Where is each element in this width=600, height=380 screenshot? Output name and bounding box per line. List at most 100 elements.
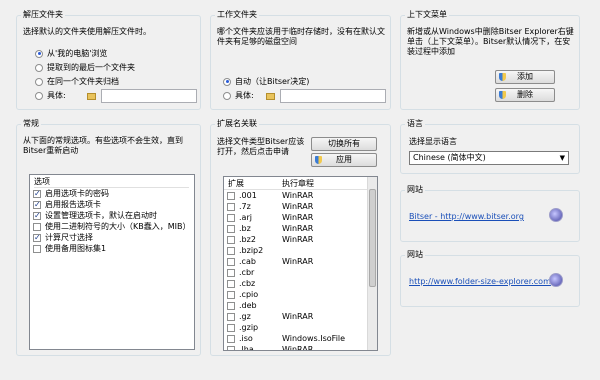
work-specific-path-input[interactable] bbox=[280, 89, 386, 103]
globe-icon[interactable] bbox=[549, 208, 563, 222]
checkbox[interactable] bbox=[33, 222, 41, 231]
table-row[interactable]: .bz2 WinRAR bbox=[227, 234, 367, 245]
list-item[interactable]: 使用备用图标集1 bbox=[33, 243, 106, 254]
program-cell: WinRAR bbox=[282, 345, 314, 351]
folder-size-website-link[interactable]: http://www.folder-size-explorer.com bbox=[409, 277, 551, 287]
extension-list-scrollbar[interactable] bbox=[367, 177, 377, 350]
radio-auto-bitser-decide[interactable]: 自动（让Bitser决定) bbox=[223, 77, 309, 87]
website-title: 网站 bbox=[405, 185, 425, 195]
toggle-all-button[interactable]: 切换所有 bbox=[311, 137, 377, 151]
radio-indicator bbox=[223, 91, 231, 100]
general-options-list: 选项 ✓ 启用选项卡的密码 ✓ 启用报告选项卡 ✓ 设置管理选项卡，默认在启动时 使用… bbox=[29, 174, 195, 350]
extension-cell: .bz bbox=[239, 224, 251, 233]
table-row[interactable]: .lha WinRAR bbox=[227, 344, 367, 351]
program-cell: WinRAR bbox=[282, 235, 314, 244]
table-row[interactable]: .arj WinRAR bbox=[227, 212, 367, 223]
table-row[interactable]: .cpio bbox=[227, 289, 367, 300]
extension-association-description: 选择文件类型Bitser应该打开，然后点击申请 bbox=[217, 137, 305, 156]
list-item[interactable]: ✓ 启用报告选项卡 bbox=[33, 199, 101, 210]
language-selected-value: Chinese (简体中文) bbox=[413, 153, 486, 162]
apply-label: 应用 bbox=[336, 155, 352, 164]
program-cell: WinRAR bbox=[282, 202, 314, 211]
column-header-program: 执行章程 bbox=[282, 179, 314, 188]
radio-label: 具体: bbox=[235, 91, 254, 100]
checkbox[interactable] bbox=[227, 279, 235, 288]
radio-same-folder-as-archive[interactable]: 在同一个文件夹归档 bbox=[35, 77, 119, 87]
checkbox[interactable] bbox=[227, 323, 235, 332]
extension-association-group: 扩展名关联 选择文件类型Bitser应该打开，然后点击申请 切换所有 应用 扩展… bbox=[210, 119, 391, 356]
list-item[interactable]: 使用二进制符号的大小（KB蠢入，MIB） bbox=[33, 221, 190, 232]
column-header-extension: 扩展 bbox=[228, 179, 244, 188]
radio-indicator bbox=[223, 77, 231, 86]
checkbox[interactable]: ✓ bbox=[33, 200, 41, 209]
radio-specific-folder[interactable]: 具体: bbox=[35, 91, 66, 101]
radio-indicator bbox=[35, 63, 43, 72]
list-item[interactable]: ✓ 计算尺寸选择 bbox=[33, 232, 93, 243]
checkbox[interactable] bbox=[227, 235, 235, 244]
remove-context-menu-button[interactable]: 删除 bbox=[495, 88, 555, 102]
shield-icon bbox=[499, 73, 506, 81]
globe-icon[interactable] bbox=[549, 273, 563, 287]
option-label: 使用二进制符号的大小（KB蠢入，MIB） bbox=[45, 222, 191, 231]
extension-list[interactable]: 扩展 执行章程 .001 WinRAR .7z WinRAR .arj WinRAR .bz… bbox=[223, 176, 378, 351]
table-row[interactable]: .bz WinRAR bbox=[227, 223, 367, 234]
scrollbar-thumb[interactable] bbox=[369, 189, 376, 287]
extension-list-header: 扩展 执行章程 bbox=[224, 178, 369, 190]
extension-cell: .cab bbox=[239, 257, 256, 266]
checkbox[interactable] bbox=[227, 257, 235, 266]
language-group: 语言 选择显示语言 Chinese (简体中文) ▼ bbox=[400, 119, 580, 174]
checkbox[interactable] bbox=[33, 244, 41, 253]
extension-cell: .bzip2 bbox=[239, 246, 264, 255]
table-row[interactable]: .cab WinRAR bbox=[227, 256, 367, 267]
bitser-website-link[interactable]: Bitser - http://www.bitser.org bbox=[409, 212, 524, 222]
table-row[interactable]: .001 WinRAR bbox=[227, 190, 367, 201]
radio-browse-my-computer[interactable]: 从'我的电脑'浏览 bbox=[35, 49, 107, 59]
table-row[interactable]: .gzip bbox=[227, 322, 367, 333]
unzip-specific-path-input[interactable] bbox=[101, 89, 197, 103]
extension-cell: .gz bbox=[239, 312, 251, 321]
checkbox[interactable] bbox=[227, 246, 235, 255]
checkbox[interactable] bbox=[227, 301, 235, 310]
table-row[interactable]: .bzip2 bbox=[227, 245, 367, 256]
checkbox[interactable] bbox=[227, 312, 235, 321]
program-cell: Windows.IsoFile bbox=[282, 334, 346, 343]
toggle-all-label: 切换所有 bbox=[328, 139, 360, 148]
radio-indicator bbox=[35, 49, 43, 58]
checkbox[interactable]: ✓ bbox=[33, 189, 41, 198]
context-menu-group: 上下文菜单 新增或从Windows中删除Bitser Explorer右键单击（… bbox=[400, 10, 580, 110]
radio-last-extract-folder[interactable]: 提取到的最后一个文件夹 bbox=[35, 63, 135, 73]
checkbox[interactable] bbox=[227, 191, 235, 200]
extension-cell: .cpio bbox=[239, 290, 259, 299]
checkbox[interactable] bbox=[227, 334, 235, 343]
website-title: 网站 bbox=[405, 250, 425, 260]
list-item[interactable]: ✓ 设置管理选项卡，默认在启动时 bbox=[33, 210, 157, 221]
extension-cell: .7z bbox=[239, 202, 251, 211]
table-row[interactable]: .7z WinRAR bbox=[227, 201, 367, 212]
table-row[interactable]: .iso Windows.IsoFile bbox=[227, 333, 367, 344]
checkbox[interactable] bbox=[227, 345, 235, 350]
checkbox[interactable] bbox=[227, 202, 235, 211]
program-cell: WinRAR bbox=[282, 191, 314, 200]
radio-label: 在同一个文件夹归档 bbox=[47, 77, 119, 86]
checkbox[interactable]: ✓ bbox=[33, 233, 41, 242]
language-select[interactable]: Chinese (简体中文) ▼ bbox=[409, 151, 569, 165]
options-header-label: 选项 bbox=[34, 177, 50, 186]
checkbox[interactable] bbox=[227, 290, 235, 299]
table-row[interactable]: .cbz bbox=[227, 278, 367, 289]
apply-button[interactable]: 应用 bbox=[311, 153, 377, 167]
option-label: 设置管理选项卡，默认在启动时 bbox=[45, 211, 157, 220]
work-folder-title: 工作文件夹 bbox=[215, 10, 259, 20]
add-context-menu-button[interactable]: 添加 bbox=[495, 70, 555, 84]
table-row[interactable]: .gz WinRAR bbox=[227, 311, 367, 322]
checkbox[interactable] bbox=[227, 213, 235, 222]
table-row[interactable]: .deb bbox=[227, 300, 367, 311]
checkbox[interactable]: ✓ bbox=[33, 211, 41, 220]
checkbox[interactable] bbox=[227, 268, 235, 277]
list-item[interactable]: ✓ 启用选项卡的密码 bbox=[33, 188, 109, 199]
folder-icon[interactable] bbox=[87, 93, 96, 100]
table-row[interactable]: .cbr bbox=[227, 267, 367, 278]
folder-icon[interactable] bbox=[266, 93, 275, 100]
general-group: 常规 从下面的常规选项。有些选项不会生效，直到Bitser重新启动 选项 ✓ 启用… bbox=[16, 119, 201, 356]
radio-work-specific-folder[interactable]: 具体: bbox=[223, 91, 254, 101]
checkbox[interactable] bbox=[227, 224, 235, 233]
